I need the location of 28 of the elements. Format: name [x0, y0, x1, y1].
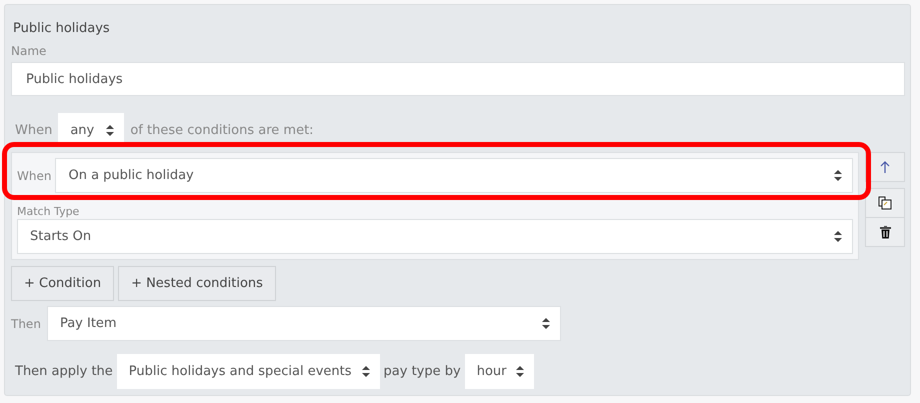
sort-icon	[834, 231, 842, 242]
field-label: Name	[11, 44, 48, 58]
delete-button[interactable]	[865, 217, 905, 247]
trash-icon	[880, 226, 890, 238]
unit-select[interactable]: hour	[464, 354, 534, 389]
add-button[interactable]: + Nested conditions	[118, 266, 276, 301]
then-label: Then	[11, 316, 41, 330]
sort-icon	[362, 366, 370, 377]
sort-icon	[834, 170, 842, 181]
match-type-label: Match Type	[17, 205, 80, 218]
sort-icon	[542, 318, 550, 329]
arrow-up-icon	[880, 160, 890, 174]
condition-select[interactable]: On a public holiday	[55, 158, 853, 193]
add-button[interactable]: + Condition	[11, 266, 114, 301]
sort-icon	[516, 366, 524, 377]
name-field[interactable]: Public holidays	[11, 62, 905, 96]
panel-title: Public holidays	[12, 20, 111, 38]
sort-icon	[106, 124, 114, 136]
conditions-text: of these conditions are met:	[130, 122, 314, 138]
then-select[interactable]: Pay Item	[46, 306, 561, 341]
copy-icon	[878, 196, 892, 210]
when-label: When	[15, 122, 52, 138]
when-label: When	[17, 168, 52, 182]
copy-button[interactable]	[865, 188, 905, 218]
apply-label: Then apply the	[15, 364, 113, 379]
pay-type-select[interactable]: Public holidays and special events	[116, 354, 380, 389]
pay-type-label: pay type by	[384, 364, 461, 379]
match-type-select[interactable]: Starts On	[17, 219, 853, 254]
